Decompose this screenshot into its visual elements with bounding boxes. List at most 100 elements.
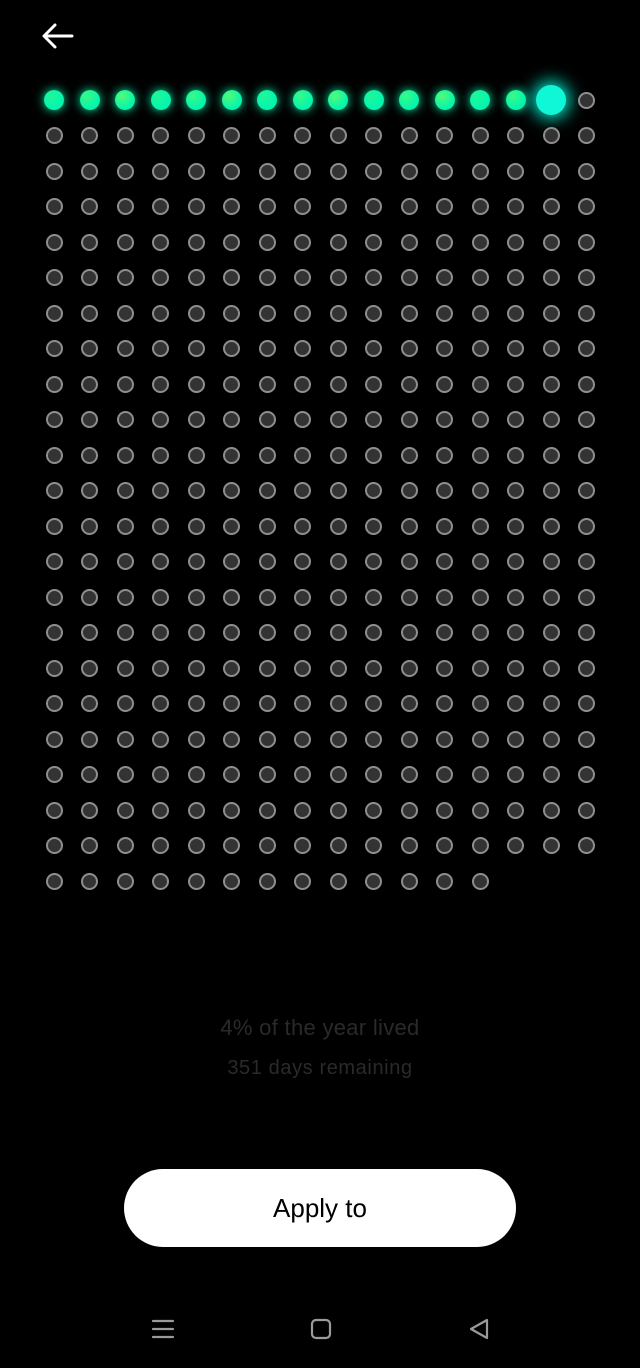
- day-dot-remaining: [578, 91, 595, 109]
- day-dot-remaining: [187, 482, 205, 499]
- day-dot-remaining: [471, 624, 489, 641]
- day-dot-remaining: [294, 198, 311, 215]
- day-dot-remaining: [436, 588, 453, 606]
- day-dot-remaining: [365, 482, 382, 499]
- day-dot-remaining: [45, 482, 63, 499]
- day-dot-remaining: [507, 730, 524, 748]
- day-dot-remaining: [294, 872, 311, 890]
- day-dot-remaining: [365, 730, 382, 748]
- day-dot-remaining: [81, 162, 98, 180]
- day-dot-lived: [328, 90, 348, 110]
- day-dot-remaining: [294, 517, 311, 535]
- day-dot-remaining: [400, 198, 418, 215]
- home-nav-button[interactable]: [304, 1314, 338, 1344]
- day-dot-remaining: [400, 162, 418, 180]
- day-dot-remaining: [329, 517, 347, 535]
- day-dot-remaining: [400, 624, 418, 641]
- apply-to-button[interactable]: Apply to: [124, 1169, 516, 1247]
- day-dot-remaining: [258, 695, 276, 712]
- day-dot-remaining: [258, 482, 276, 499]
- day-dot-remaining: [400, 588, 418, 606]
- day-dot-remaining: [507, 162, 524, 180]
- day-dot-remaining: [507, 198, 524, 215]
- day-dot-remaining: [542, 304, 560, 322]
- day-dot-remaining: [81, 411, 98, 428]
- day-dot-remaining: [187, 162, 205, 180]
- day-dot-remaining: [578, 198, 595, 215]
- day-dot-remaining: [436, 695, 453, 712]
- back-nav-button[interactable]: [462, 1314, 496, 1344]
- day-dot-remaining: [329, 269, 347, 286]
- day-dot-remaining: [400, 766, 418, 783]
- day-dot-remaining: [258, 269, 276, 286]
- day-dot-lived: [363, 90, 384, 110]
- home-icon: [310, 1318, 332, 1340]
- day-dot-remaining: [542, 766, 560, 783]
- day-dot-remaining: [507, 233, 524, 251]
- day-dot-remaining: [400, 446, 418, 464]
- day-dot-remaining: [329, 127, 347, 144]
- day-dot-remaining: [542, 695, 560, 712]
- day-dot-remaining: [471, 659, 489, 677]
- day-dot-remaining: [436, 233, 453, 251]
- day-dot-remaining: [81, 766, 98, 783]
- day-dot-remaining: [400, 340, 418, 357]
- day-dot-remaining: [294, 446, 311, 464]
- day-dot-remaining: [365, 837, 382, 854]
- day-dot-remaining: [294, 659, 311, 677]
- day-dot-remaining: [81, 446, 98, 464]
- day-dot-remaining: [436, 375, 453, 393]
- day-dot-remaining: [507, 588, 524, 606]
- day-dot-remaining: [116, 659, 134, 677]
- day-dot-remaining: [258, 233, 276, 251]
- day-dot-remaining: [187, 730, 205, 748]
- day-dot-remaining: [294, 233, 311, 251]
- menu-nav-button[interactable]: [146, 1314, 180, 1344]
- day-dot-remaining: [542, 340, 560, 357]
- day-dot-remaining: [223, 801, 240, 819]
- day-dot-remaining: [365, 624, 382, 641]
- day-dot-remaining: [152, 482, 169, 499]
- day-dot-remaining: [436, 801, 453, 819]
- day-dot-remaining: [152, 446, 169, 464]
- day-dot-remaining: [294, 411, 311, 428]
- day-dot-remaining: [329, 162, 347, 180]
- day-dot-remaining: [258, 553, 276, 570]
- day-dot-remaining: [116, 695, 134, 712]
- day-dot-remaining: [329, 553, 347, 570]
- day-dot-remaining: [81, 872, 98, 890]
- day-dot-remaining: [471, 411, 489, 428]
- day-dot-remaining: [294, 127, 311, 144]
- day-dot-remaining: [436, 730, 453, 748]
- day-dot-remaining: [187, 553, 205, 570]
- day-dot-remaining: [365, 233, 382, 251]
- day-dot-remaining: [400, 269, 418, 286]
- day-dot-remaining: [294, 730, 311, 748]
- day-dot-remaining: [365, 588, 382, 606]
- day-dot-remaining: [294, 375, 311, 393]
- days-remaining-text: 351 days remaining: [227, 1057, 413, 1079]
- day-dot-remaining: [471, 766, 489, 783]
- day-dot-remaining: [116, 801, 134, 819]
- day-dot-remaining: [116, 482, 134, 499]
- day-dot-remaining: [578, 695, 595, 712]
- day-dot-remaining: [81, 198, 98, 215]
- day-dot-remaining: [116, 517, 134, 535]
- day-dot-remaining: [81, 801, 98, 819]
- day-dot-remaining: [400, 730, 418, 748]
- day-dot-remaining: [294, 340, 311, 357]
- day-dot-remaining: [187, 411, 205, 428]
- day-dot-remaining: [258, 872, 276, 890]
- day-dot-lived: [470, 90, 490, 110]
- day-dot-remaining: [507, 624, 524, 641]
- day-dot-remaining: [81, 624, 98, 641]
- day-dot-remaining: [152, 517, 169, 535]
- system-navigation-bar: [0, 1300, 640, 1360]
- day-dot-remaining: [116, 162, 134, 180]
- day-dot-remaining: [45, 624, 63, 641]
- day-dot-remaining: [329, 482, 347, 499]
- day-dot-remaining: [81, 659, 98, 677]
- day-dot-remaining: [45, 517, 63, 535]
- day-dot-remaining: [81, 304, 98, 322]
- day-dot-remaining: [542, 127, 560, 144]
